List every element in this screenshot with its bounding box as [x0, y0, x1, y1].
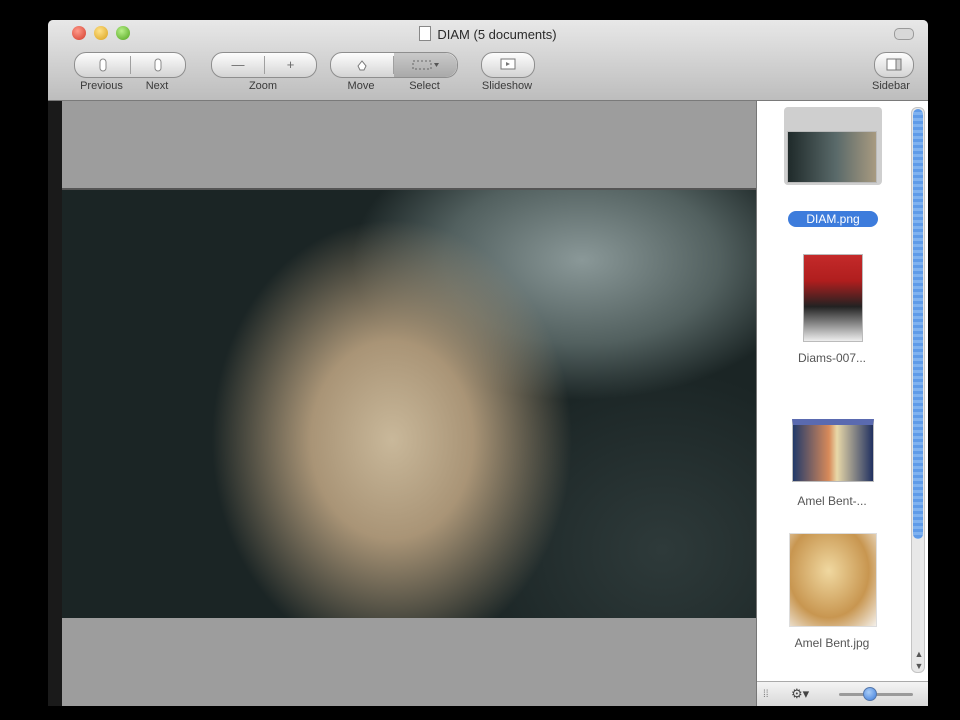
sidebar-footer: ⁞⁞ ⚙▾ — [757, 681, 928, 706]
hand-up-icon — [99, 58, 106, 72]
zoom-in-button[interactable]: + — [265, 53, 316, 77]
tool-mode-control — [330, 52, 458, 78]
grip-icon[interactable]: ⁞⁞ — [763, 689, 769, 700]
thumbnail-label: Diams-007... — [797, 351, 867, 365]
zoom-label: Zoom — [248, 80, 278, 92]
thumbnail-diams-007[interactable] — [803, 254, 863, 342]
thumbnail-amel-bent-1[interactable] — [792, 419, 874, 482]
slideshow-label: Slideshow — [481, 80, 533, 92]
gear-icon[interactable]: ⚙▾ — [791, 686, 809, 702]
thumbnail-size-slider-thumb[interactable] — [863, 687, 877, 701]
thumbnail-label: Amel Bent.jpg — [794, 636, 870, 650]
window-left-edge — [48, 101, 62, 706]
thumbnail-sidebar: DIAM.png Diams-007... Amel Bent-... Amel… — [756, 101, 928, 706]
zoom-control: — + — [211, 52, 317, 78]
document-icon — [419, 26, 432, 41]
previous-next-control — [74, 52, 186, 78]
toolbar-toggle-button[interactable] — [894, 28, 914, 40]
zoom-out-button[interactable]: — — [212, 53, 264, 77]
sidebar-icon — [886, 58, 902, 71]
move-label: Move — [347, 80, 375, 92]
scroll-up-arrow-icon[interactable]: ▲ — [914, 649, 924, 659]
select-label: Select — [409, 80, 440, 92]
scroll-down-arrow-icon[interactable]: ▼ — [914, 661, 924, 671]
slideshow-button[interactable] — [481, 52, 535, 78]
move-tool-button[interactable] — [331, 53, 393, 77]
preview-window: DIAM (5 documents) Previous Next — + Zoo… — [48, 20, 928, 706]
previous-button[interactable] — [75, 53, 130, 77]
thumbnail-label: Amel Bent-... — [797, 494, 867, 508]
displayed-image[interactable] — [62, 188, 756, 618]
window-title: DIAM (5 documents) — [48, 26, 928, 42]
hand-down-icon — [154, 58, 162, 72]
thumbnail-amel-bent-jpg[interactable] — [789, 533, 877, 627]
sidebar-label: Sidebar — [872, 80, 910, 92]
slideshow-icon — [500, 58, 516, 70]
sidebar-scrollbar[interactable] — [911, 107, 925, 673]
hand-icon — [357, 60, 367, 71]
previous-label: Previous — [80, 80, 123, 92]
next-label: Next — [145, 80, 169, 92]
select-tool-button[interactable] — [394, 53, 457, 77]
sidebar-toggle-button[interactable] — [874, 52, 914, 78]
thumbnail-label: DIAM.png — [788, 211, 878, 227]
next-button[interactable] — [131, 53, 185, 77]
thumbnail-diam-png[interactable] — [787, 131, 877, 183]
image-viewer[interactable] — [62, 101, 756, 706]
title-bar: DIAM (5 documents) Previous Next — + Zoo… — [48, 20, 928, 101]
scrollbar-knob[interactable] — [913, 109, 923, 539]
marquee-select-icon — [412, 60, 439, 70]
